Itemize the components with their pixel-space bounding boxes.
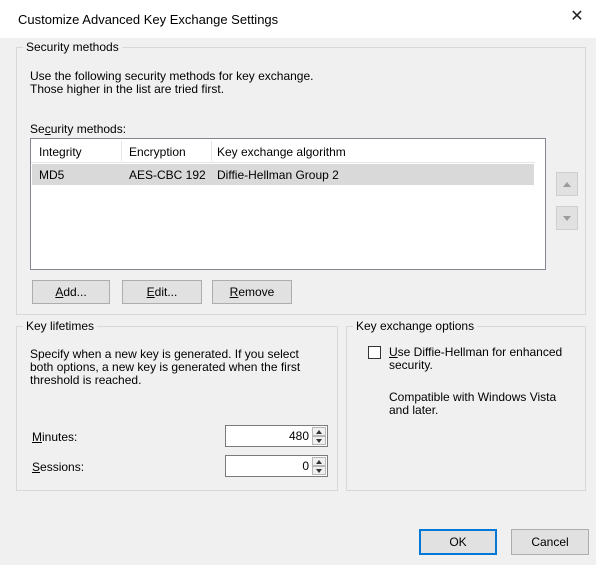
edit-label: dit... — [154, 285, 178, 299]
key-lifetimes-description: Specify when a new key is generated. If … — [30, 348, 300, 387]
list-header: Integrity Encryption Key exchange algori… — [31, 139, 545, 163]
table-row[interactable]: MD5 AES-CBC 192 Diffie-Hellman Group 2 — [32, 164, 534, 185]
ok-button[interactable]: OK — [419, 529, 497, 555]
arrow-up-icon — [563, 181, 571, 187]
sessions-spin-buttons — [312, 457, 326, 475]
security-methods-group-title: Security methods — [26, 40, 119, 54]
security-methods-list-label: Security methods: — [30, 123, 126, 136]
key-exchange-dialog: Customize Advanced Key Exchange Settings… — [0, 0, 596, 565]
chevron-up-icon — [316, 459, 322, 464]
sessions-label: Sessions: — [32, 460, 84, 474]
list-label-part1: Se — [30, 122, 45, 136]
add-label: dd... — [63, 285, 87, 299]
column-key-exchange-algorithm[interactable]: Key exchange algorithm — [217, 145, 346, 159]
minutes-value[interactable]: 480 — [289, 429, 309, 443]
security-methods-description: Use the following security methods for k… — [30, 70, 313, 96]
column-divider[interactable] — [121, 141, 122, 161]
chevron-down-icon — [316, 438, 322, 443]
security-methods-list[interactable]: Integrity Encryption Key exchange algori… — [30, 138, 546, 270]
add-button[interactable]: Add... — [32, 280, 110, 304]
dialog-title: Customize Advanced Key Exchange Settings — [18, 12, 279, 27]
cell-encryption: AES-CBC 192 — [129, 168, 206, 182]
key-exchange-options-group-title: Key exchange options — [356, 319, 475, 333]
security-methods-description-line2: Those higher in the list are tried first… — [30, 82, 225, 96]
cancel-button[interactable]: Cancel — [511, 529, 589, 555]
sessions-accesskey: S — [32, 460, 41, 474]
key-lifetimes-group-title: Key lifetimes — [26, 319, 95, 333]
compatibility-note-line2: and later. — [389, 403, 439, 417]
cell-integrity: MD5 — [39, 168, 65, 182]
key-lifetimes-description-line3: threshold is reached. — [30, 373, 142, 387]
minutes-label: Minutes: — [32, 430, 77, 444]
column-divider[interactable] — [211, 141, 212, 161]
edit-button[interactable]: Edit... — [122, 280, 202, 304]
checkbox-accesskey: U — [389, 345, 398, 359]
minutes-decrement-button[interactable] — [312, 436, 326, 445]
list-scrollbar[interactable] — [535, 139, 545, 269]
checkbox-label-line2: security. — [389, 358, 433, 372]
remove-button[interactable]: Remove — [212, 280, 292, 304]
arrow-down-icon — [563, 215, 571, 221]
minutes-label-text: inutes: — [42, 430, 78, 444]
chevron-down-icon — [316, 468, 322, 473]
sessions-decrement-button[interactable] — [312, 466, 326, 475]
column-integrity[interactable]: Integrity — [39, 145, 82, 159]
close-icon[interactable]: ✕ — [568, 8, 586, 26]
diffie-hellman-checkbox[interactable] — [368, 346, 381, 359]
minutes-increment-button[interactable] — [312, 427, 326, 436]
remove-accesskey: R — [229, 285, 239, 299]
checkbox-label-text: se Diffie-Hellman for enhanced — [397, 345, 563, 359]
sessions-label-text: essions: — [40, 460, 85, 474]
edit-accesskey: E — [146, 285, 155, 299]
list-label-part2: urity methods: — [50, 122, 127, 136]
sessions-stepper[interactable]: 0 — [225, 455, 328, 477]
diffie-hellman-checkbox-label[interactable]: Use Diffie-Hellman for enhanced security… — [389, 346, 562, 372]
minutes-stepper[interactable]: 480 — [225, 425, 328, 447]
move-up-button[interactable] — [556, 172, 578, 196]
minutes-spin-buttons — [312, 427, 326, 445]
remove-label: emove — [238, 285, 275, 299]
minutes-accesskey: M — [32, 430, 42, 444]
compatibility-note: Compatible with Windows Vista and later. — [389, 391, 556, 417]
sessions-value[interactable]: 0 — [302, 459, 309, 473]
move-down-button[interactable] — [556, 206, 578, 230]
column-encryption[interactable]: Encryption — [129, 145, 186, 159]
sessions-increment-button[interactable] — [312, 457, 326, 466]
title-bar: Customize Advanced Key Exchange Settings… — [0, 0, 596, 38]
chevron-up-icon — [316, 429, 322, 434]
cell-algorithm: Diffie-Hellman Group 2 — [217, 168, 339, 182]
